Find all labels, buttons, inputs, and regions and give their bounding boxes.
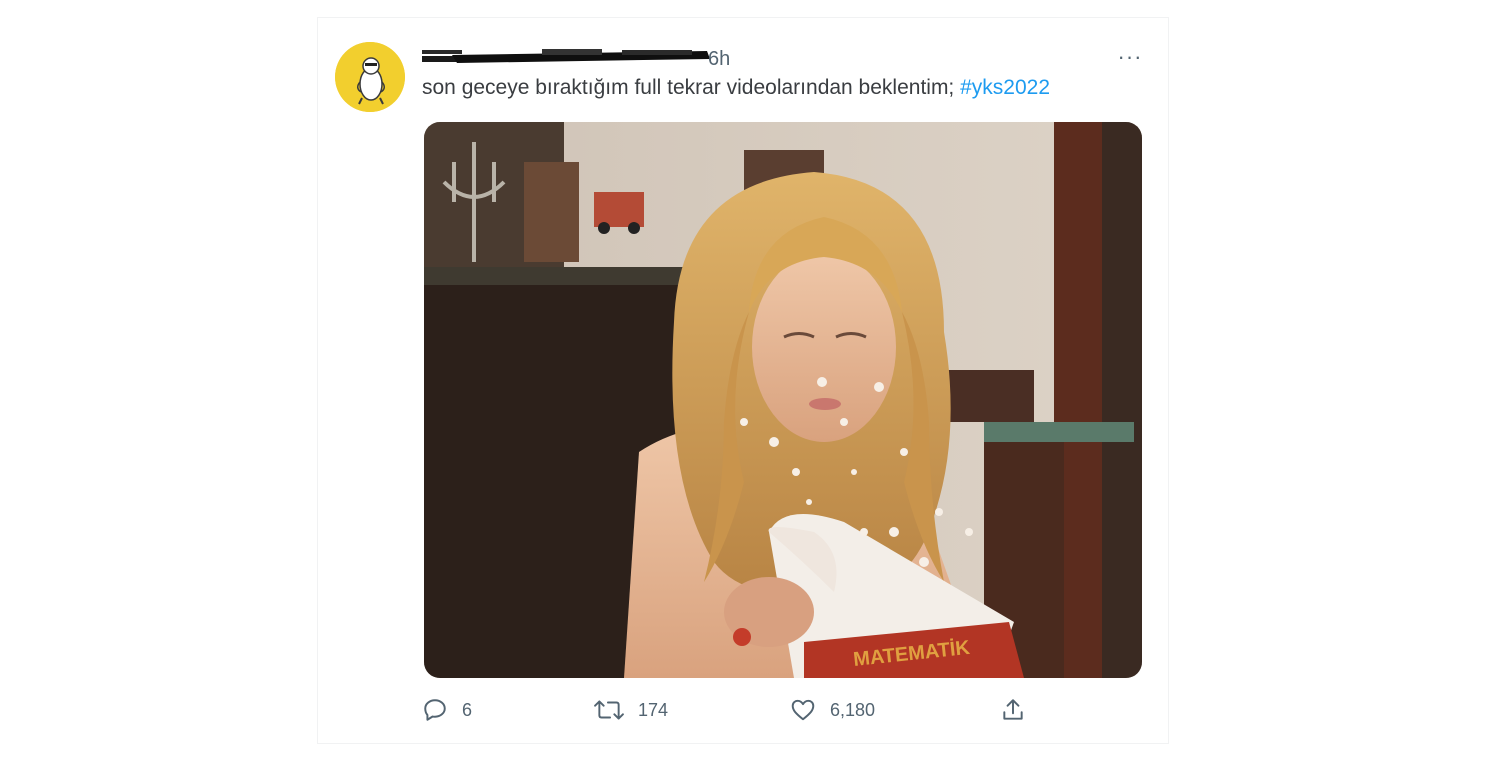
retweet-icon	[594, 700, 624, 720]
tweet-actions: 6 174 6,180	[422, 692, 1142, 728]
redacted-username[interactable]	[422, 47, 712, 67]
hashtag-link[interactable]: #yks2022	[960, 76, 1050, 99]
reply-count: 6	[462, 699, 473, 720]
tweet-body: son geceye bıraktığım full tekrar videol…	[422, 76, 961, 99]
heart-icon	[791, 699, 815, 721]
tweet-text: son geceye bıraktığım full tekrar videol…	[422, 76, 1142, 100]
like-button[interactable]: 6,180	[790, 692, 875, 728]
retweet-count: 174	[638, 699, 669, 720]
timestamp[interactable]: 6h	[708, 48, 730, 71]
more-icon: ···	[1117, 44, 1143, 69]
tweet-media-image[interactable]: MATEMATİK	[424, 122, 1142, 678]
retweet-button[interactable]: 174	[594, 692, 668, 728]
screenshot: 6h ··· son geceye bıraktığım full tekrar…	[0, 0, 1500, 775]
like-count: 6,180	[830, 699, 876, 720]
avatar-figure-icon	[335, 42, 405, 112]
tweet-header: 6h	[422, 43, 762, 73]
reply-button[interactable]: 6	[422, 692, 472, 728]
reply-icon	[424, 699, 446, 721]
avatar[interactable]	[335, 42, 405, 112]
photo-woman-reading-book: MATEMATİK	[424, 122, 1142, 678]
more-options-button[interactable]: ···	[1112, 42, 1148, 72]
share-icon	[1003, 699, 1023, 720]
share-button[interactable]	[1000, 692, 1026, 728]
